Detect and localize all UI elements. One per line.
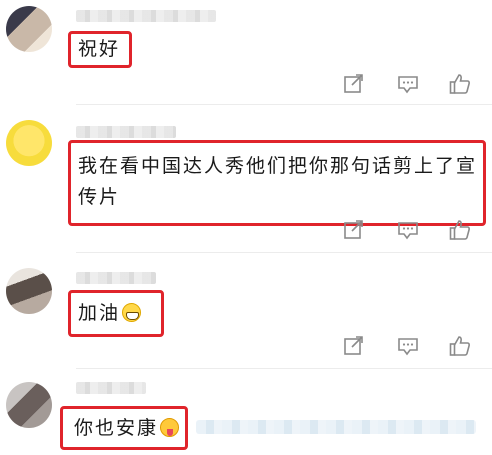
comment-text-content: 你也安康 [74, 417, 159, 439]
face-with-tongue-icon [160, 418, 180, 437]
comment-icon[interactable] [396, 334, 420, 358]
comment-text: 我在看中国达人秀他们把你那句话剪上了宣 [78, 155, 478, 177]
avatar[interactable] [6, 120, 52, 166]
comment-text: 祝好 [78, 38, 121, 60]
comment-text: 加油 [78, 298, 142, 328]
username-blurred[interactable] [76, 126, 176, 138]
username-blurred[interactable] [76, 272, 156, 284]
comment-actions [334, 72, 474, 96]
divider [76, 104, 492, 105]
like-icon[interactable] [448, 72, 472, 96]
comment-actions [334, 218, 474, 242]
username-blurred[interactable] [76, 10, 216, 22]
username-blurred[interactable] [76, 382, 146, 394]
comment-icon[interactable] [396, 218, 420, 242]
grinning-face-icon [122, 303, 142, 322]
comment-actions [334, 334, 474, 358]
comment-icon[interactable] [396, 72, 420, 96]
avatar[interactable] [6, 6, 52, 52]
blurred-reply-content [196, 420, 476, 434]
avatar[interactable] [6, 268, 52, 314]
divider [76, 368, 492, 369]
avatar[interactable] [6, 382, 52, 428]
share-icon[interactable] [342, 72, 366, 96]
share-icon[interactable] [342, 334, 366, 358]
comment-text-line2: 传片 [78, 186, 121, 208]
share-icon[interactable] [342, 218, 366, 242]
comment-text-content: 加油 [78, 302, 121, 324]
divider [76, 252, 492, 253]
comment-feed: 祝好 我在看中国达人秀他们把你那句话剪上了宣 传片 加油 你也安康 [0, 0, 492, 455]
comment-text: 你也安康 [74, 413, 180, 443]
like-icon[interactable] [448, 218, 472, 242]
like-icon[interactable] [448, 334, 472, 358]
